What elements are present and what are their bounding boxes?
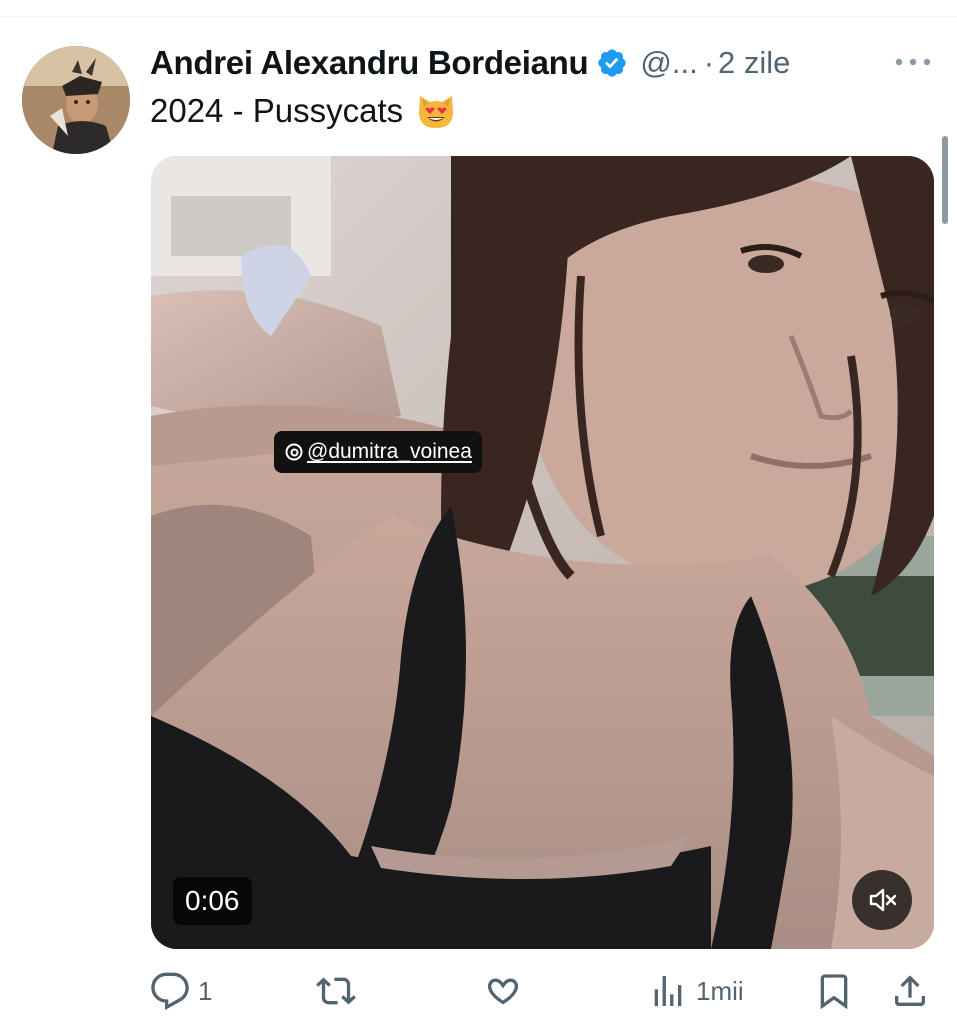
- share-upload-icon: [890, 971, 930, 1011]
- heart-icon: [483, 971, 523, 1011]
- share-button[interactable]: [890, 966, 930, 1016]
- reply-count: 1: [198, 975, 213, 1006]
- scrollbar[interactable]: [942, 136, 948, 224]
- views-count: 1mii: [696, 975, 744, 1006]
- tweet-time[interactable]: 2 zile: [718, 45, 790, 81]
- more-dots-icon[interactable]: [893, 52, 933, 72]
- top-divider: [0, 16, 957, 17]
- verified-badge-icon[interactable]: [596, 47, 628, 79]
- views-button[interactable]: 1mii: [648, 966, 744, 1016]
- like-button[interactable]: [483, 966, 531, 1016]
- threads-icon: [284, 442, 304, 462]
- tweet-text: 2024 - Pussycats: [150, 88, 457, 134]
- video-player[interactable]: @dumitra_voinea 0:06: [151, 156, 934, 949]
- mention-sticker-text: @dumitra_voinea: [307, 440, 472, 463]
- tweet-page: Andrei Alexandru Bordeianu @... · 2 zile…: [0, 0, 957, 1024]
- reply-button[interactable]: 1: [150, 966, 212, 1016]
- bookmark-icon: [814, 971, 854, 1011]
- mute-button[interactable]: [852, 870, 912, 930]
- retweet-button[interactable]: [316, 966, 364, 1016]
- video-duration: 0:06: [173, 877, 252, 925]
- avatar-photo-icon: [22, 46, 130, 154]
- analytics-bars-icon: [648, 971, 688, 1011]
- mention-sticker: @dumitra_voinea: [274, 431, 482, 473]
- author-handle[interactable]: @...: [640, 45, 697, 81]
- tweet-text-content: 2024 - Pussycats: [150, 92, 404, 129]
- avatar[interactable]: [22, 46, 130, 154]
- tweet-actions: 1 1mii: [150, 966, 934, 1016]
- retweet-icon: [316, 971, 356, 1011]
- video-frame: [151, 156, 934, 949]
- reply-bubble-icon: [150, 971, 190, 1011]
- tweet-header: Andrei Alexandru Bordeianu @... · 2 zile: [150, 40, 790, 86]
- bookmark-button[interactable]: [814, 966, 854, 1016]
- smiling-cat-heart-eyes-emoji-icon: [415, 90, 457, 132]
- speaker-muted-icon: [869, 888, 897, 912]
- author-display-name[interactable]: Andrei Alexandru Bordeianu: [150, 44, 589, 82]
- time-separator: ·: [703, 45, 715, 80]
